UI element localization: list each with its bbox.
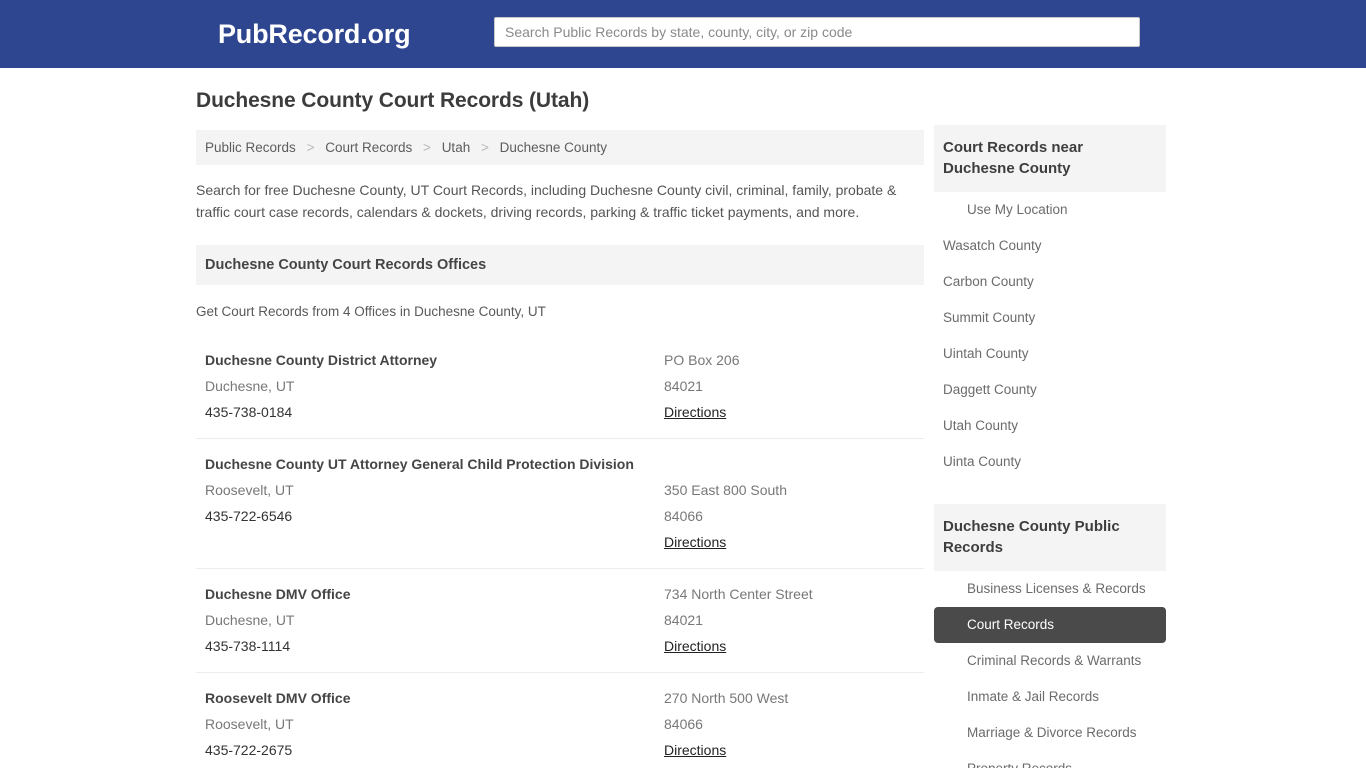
office-zip: 84021 [664, 378, 703, 394]
office-address: 734 North Center Street 84021 Directions [664, 581, 924, 659]
office-address: PO Box 206 84021 Directions [664, 347, 924, 425]
sidebar-heading-public-records: Duchesne County Public Records [934, 504, 1166, 571]
sidebar-item-criminal-records[interactable]: Criminal Records & Warrants [934, 643, 1166, 679]
page-title: Duchesne County Court Records (Utah) [196, 89, 590, 112]
office-street: 734 North Center Street [664, 586, 813, 602]
main-content: Duchesne County Court Records (Utah) Pub… [196, 86, 924, 768]
sidebar-public-records-block: Duchesne County Public Records Business … [934, 504, 1166, 768]
office-zip: 84066 [664, 716, 703, 732]
sidebar-public-records-list: Business Licenses & Records Court Record… [934, 571, 1166, 768]
breadcrumb-separator-icon: > [480, 140, 489, 155]
office-name: Roosevelt DMV Office [205, 690, 351, 706]
sidebar-item-summit-county[interactable]: Summit County [934, 300, 1166, 336]
table-row: Roosevelt DMV Office Roosevelt, UT 435-7… [196, 673, 924, 768]
sidebar-item-uintah-county[interactable]: Uintah County [934, 336, 1166, 372]
breadcrumb-separator-icon: > [423, 140, 431, 155]
office-info: Duchesne County District Attorney Duches… [196, 347, 664, 425]
table-row: Duchesne County UT Attorney General Chil… [196, 439, 924, 569]
page-body: Duchesne County Court Records (Utah) Pub… [0, 68, 1366, 768]
sidebar-item-use-my-location[interactable]: Use My Location [934, 192, 1166, 228]
office-street: 270 North 500 West [664, 690, 789, 706]
sidebar-item-carbon-county[interactable]: Carbon County [934, 264, 1166, 300]
sidebar-item-uinta-county[interactable]: Uinta County [934, 444, 1166, 480]
office-phone[interactable]: 435-722-2675 [205, 737, 664, 763]
offices-list: Duchesne County District Attorney Duches… [196, 335, 924, 768]
office-address: 350 East 800 South 84066 Directions [664, 451, 924, 555]
office-city-state: Duchesne, UT [205, 612, 295, 628]
office-city-state: Duchesne, UT [205, 378, 295, 394]
breadcrumb-item-utah[interactable]: Utah [442, 140, 471, 155]
breadcrumb: Public Records > Court Records > Utah > … [196, 130, 924, 165]
directions-link[interactable]: Directions [664, 399, 726, 425]
breadcrumb-separator-icon: > [306, 140, 315, 155]
offices-section-heading: Duchesne County Court Records Offices [196, 245, 924, 285]
search-box[interactable] [494, 17, 1140, 47]
intro-paragraph: Search for free Duchesne County, UT Cour… [196, 182, 897, 220]
sidebar-item-court-records[interactable]: Court Records [934, 607, 1166, 643]
office-phone[interactable]: 435-722-6546 [205, 503, 664, 529]
directions-link[interactable]: Directions [664, 633, 726, 659]
office-phone[interactable]: 435-738-1114 [205, 633, 664, 659]
sidebar-item-daggett-county[interactable]: Daggett County [934, 372, 1166, 408]
office-zip: 84066 [664, 508, 703, 524]
office-zip: 84021 [664, 612, 703, 628]
office-phone[interactable]: 435-738-0184 [205, 399, 664, 425]
directions-link[interactable]: Directions [664, 737, 726, 763]
sidebar-nearby-list: Use My Location Wasatch County Carbon Co… [934, 192, 1166, 480]
office-info: Duchesne DMV Office Duchesne, UT 435-738… [196, 581, 664, 659]
office-city-state: Roosevelt, UT [205, 716, 294, 732]
sidebar-heading-nearby: Court Records near Duchesne County [934, 125, 1166, 192]
sidebar-item-marriage-divorce-records[interactable]: Marriage & Divorce Records [934, 715, 1166, 751]
site-logo[interactable]: PubRecord.org [218, 19, 411, 50]
breadcrumb-item-court-records[interactable]: Court Records [325, 140, 412, 155]
office-address: 270 North 500 West 84066 Directions [664, 685, 924, 763]
table-row: Duchesne DMV Office Duchesne, UT 435-738… [196, 569, 924, 673]
office-city-state: Roosevelt, UT [205, 482, 294, 498]
office-street: 350 East 800 South [664, 482, 787, 498]
sidebar-item-property-records[interactable]: Property Records [934, 751, 1166, 768]
sidebar-item-wasatch-county[interactable]: Wasatch County [934, 228, 1166, 264]
directions-link[interactable]: Directions [664, 529, 726, 555]
sidebar-item-inmate-jail-records[interactable]: Inmate & Jail Records [934, 679, 1166, 715]
offices-section-subheading: Get Court Records from 4 Offices in Duch… [196, 304, 546, 319]
table-row: Duchesne County District Attorney Duches… [196, 335, 924, 439]
site-header: PubRecord.org [0, 0, 1366, 68]
office-name: Duchesne DMV Office [205, 586, 351, 602]
breadcrumb-item-public-records[interactable]: Public Records [205, 140, 296, 155]
sidebar-item-business-licenses[interactable]: Business Licenses & Records [934, 571, 1166, 607]
sidebar: Court Records near Duchesne County Use M… [934, 125, 1166, 768]
office-street: PO Box 206 [664, 352, 740, 368]
sidebar-item-utah-county[interactable]: Utah County [934, 408, 1166, 444]
office-info: Roosevelt DMV Office Roosevelt, UT 435-7… [196, 685, 664, 763]
office-name: Duchesne County District Attorney [205, 352, 438, 368]
office-info: Duchesne County UT Attorney General Chil… [196, 451, 664, 555]
office-name: Duchesne County UT Attorney General Chil… [205, 456, 634, 472]
search-input[interactable] [494, 17, 1140, 47]
breadcrumb-item-duchesne-county[interactable]: Duchesne County [500, 140, 607, 155]
